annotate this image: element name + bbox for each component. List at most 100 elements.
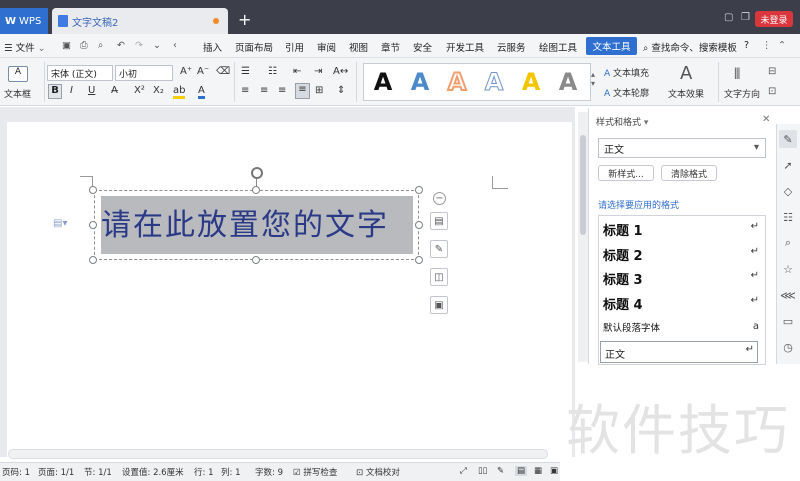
resize-handle[interactable] — [252, 186, 260, 194]
highlight-icon[interactable]: ab — [173, 85, 186, 99]
art-style-black[interactable]: A — [365, 66, 401, 98]
increase-indent-icon[interactable]: ⇥ — [314, 66, 322, 77]
document-page[interactable] — [7, 122, 572, 462]
align-left-icon[interactable]: ≡ — [241, 85, 249, 96]
shapes-icon[interactable]: ◇ — [781, 184, 795, 198]
style-heading-3[interactable]: 标题 3 ↵ — [603, 269, 761, 288]
read-mode-icon[interactable]: ▯▯ — [478, 466, 487, 476]
style-heading-1[interactable]: 标题 1 ↵ — [603, 220, 761, 239]
menu-page-layout[interactable]: 页面布局 — [235, 40, 273, 54]
art-style-gold[interactable]: A — [513, 66, 549, 98]
print-preview-icon[interactable]: ⌕ — [98, 40, 103, 51]
style-default-font[interactable]: 默认段落字体 a — [603, 320, 761, 334]
menu-cloud[interactable]: 云服务 — [497, 40, 526, 54]
more-icon[interactable]: ⋮ — [762, 40, 772, 51]
ribbon-scroll-left-icon[interactable]: ‹ — [173, 40, 177, 51]
menu-chapter[interactable]: 章节 — [381, 40, 400, 54]
text-outline-button[interactable]: A 文本轮廓 — [604, 86, 649, 99]
vertical-scroll-thumb[interactable] — [580, 135, 586, 235]
textbox-button[interactable]: 文本框 — [4, 87, 31, 100]
save-icon[interactable]: ▣ — [62, 40, 71, 51]
settings-sliders-icon[interactable]: ☷ — [781, 210, 795, 224]
art-style-blue-outline[interactable]: A — [476, 66, 512, 98]
redo-icon[interactable]: ↷ — [135, 40, 143, 51]
text-fill-button[interactable]: A 文本填充 — [604, 66, 649, 79]
paragraph-options-icon[interactable]: ▤▾ — [53, 218, 67, 229]
art-style-blue[interactable]: A — [402, 66, 438, 98]
menu-developer[interactable]: 开发工具 — [446, 40, 484, 54]
text-direction-button[interactable]: 文字方向 — [724, 87, 760, 100]
justify-icon[interactable]: ≡ — [295, 83, 310, 99]
menu-insert[interactable]: 插入 — [203, 40, 222, 54]
outline-view-icon[interactable]: ▣ — [550, 466, 558, 476]
page-view-icon[interactable]: ▤ — [515, 466, 528, 476]
web-view-icon[interactable]: ▦ — [534, 466, 542, 476]
clear-format-icon[interactable]: ⌫ — [216, 66, 230, 77]
align-center-icon[interactable]: ≡ — [260, 85, 268, 96]
backup-icon[interactable]: ▭ — [781, 314, 795, 328]
font-name-select[interactable]: 宋体 (正文) — [47, 65, 113, 81]
style-heading-4[interactable]: 标题 4 ↵ — [603, 294, 761, 313]
gallery-scroll-icon[interactable]: ▴ ▾ — [591, 70, 595, 88]
shape-style-icon[interactable]: ▣ — [430, 296, 448, 314]
font-size-select[interactable]: 小初 — [115, 65, 173, 81]
star-icon[interactable]: ☆ — [781, 262, 795, 276]
menu-references[interactable]: 引用 — [285, 40, 304, 54]
help-button[interactable]: ? — [744, 40, 749, 51]
skin-icon[interactable]: ▢ — [724, 12, 733, 23]
shrink-font-icon[interactable]: A⁻ — [197, 66, 209, 77]
new-tab-button[interactable]: + — [238, 10, 251, 29]
resize-handle[interactable] — [89, 256, 97, 264]
restore-icon[interactable]: ❐ — [741, 12, 750, 23]
text-effect-icon[interactable]: A — [680, 63, 692, 84]
resize-handle[interactable] — [415, 256, 423, 264]
clear-format-button[interactable]: 清除格式 — [661, 165, 717, 181]
subscript-icon[interactable]: X₂ — [153, 85, 164, 96]
create-link-icon[interactable]: ⊡ — [768, 86, 776, 97]
textbox-icon[interactable]: A — [8, 66, 28, 82]
menu-security[interactable]: 安全 — [413, 40, 432, 54]
document-tab[interactable]: 文字文稿2 — [52, 8, 228, 34]
grow-font-icon[interactable]: A⁺ — [180, 66, 192, 77]
italic-button[interactable]: I — [70, 85, 73, 96]
text-effect-button[interactable]: 文本效果 — [668, 87, 704, 100]
share-icon[interactable]: ⋘ — [780, 288, 796, 302]
bold-button[interactable]: B — [48, 84, 62, 99]
resize-handle[interactable] — [89, 221, 97, 229]
collapse-ribbon-icon[interactable]: ⌃ — [778, 40, 786, 51]
file-menu[interactable]: ☰ 文件 ⌄ — [4, 40, 46, 54]
proofread-button[interactable]: ⊡ 文档校对 — [356, 466, 400, 478]
menu-view[interactable]: 视图 — [349, 40, 368, 54]
wps-home-tab[interactable]: W WPS — [0, 8, 48, 34]
new-style-button[interactable]: 新样式... — [598, 165, 654, 181]
strikethrough-icon[interactable]: A̶ — [111, 85, 118, 96]
horizontal-scrollbar[interactable] — [8, 449, 548, 459]
shape-outline-icon[interactable]: ✎ — [430, 240, 448, 258]
quick-access-more-icon[interactable]: ⌄ — [153, 40, 161, 51]
decrease-indent-icon[interactable]: ⇤ — [293, 66, 301, 77]
resize-handle[interactable] — [415, 186, 423, 194]
command-search[interactable]: ⌕ 查找命令、搜索模板 — [643, 40, 737, 54]
close-icon[interactable]: ✕ — [762, 114, 770, 125]
spell-check-button[interactable]: ☑ 拼写检查 — [293, 466, 337, 478]
font-color-icon[interactable]: A — [198, 85, 205, 99]
cursor-icon[interactable]: ➚ — [781, 158, 795, 172]
numbered-list-icon[interactable]: ☷ — [268, 66, 277, 77]
login-button[interactable]: 未登录 — [755, 11, 793, 27]
resize-handle[interactable] — [89, 186, 97, 194]
find-replace-icon[interactable]: ⌕ — [781, 236, 795, 250]
underline-button[interactable]: U — [88, 85, 95, 96]
history-icon[interactable]: ◷ — [781, 340, 795, 354]
align-text-icon[interactable]: ⊟ — [768, 66, 776, 77]
style-heading-2[interactable]: 标题 2 ↵ — [603, 245, 761, 264]
menu-review[interactable]: 审阅 — [317, 40, 336, 54]
superscript-icon[interactable]: X² — [134, 85, 145, 96]
fullscreen-icon[interactable]: ⤢ — [460, 466, 467, 476]
menu-drawing-tools[interactable]: 绘图工具 — [539, 40, 577, 54]
text-spacing-icon[interactable]: A↔ — [333, 66, 348, 77]
edit-icon[interactable]: ✎ — [781, 132, 795, 146]
layout-options-icon[interactable]: ▤ — [430, 212, 448, 230]
art-style-gray[interactable]: A — [550, 66, 586, 98]
align-right-icon[interactable]: ≡ — [278, 85, 286, 96]
resize-handle[interactable] — [415, 221, 423, 229]
